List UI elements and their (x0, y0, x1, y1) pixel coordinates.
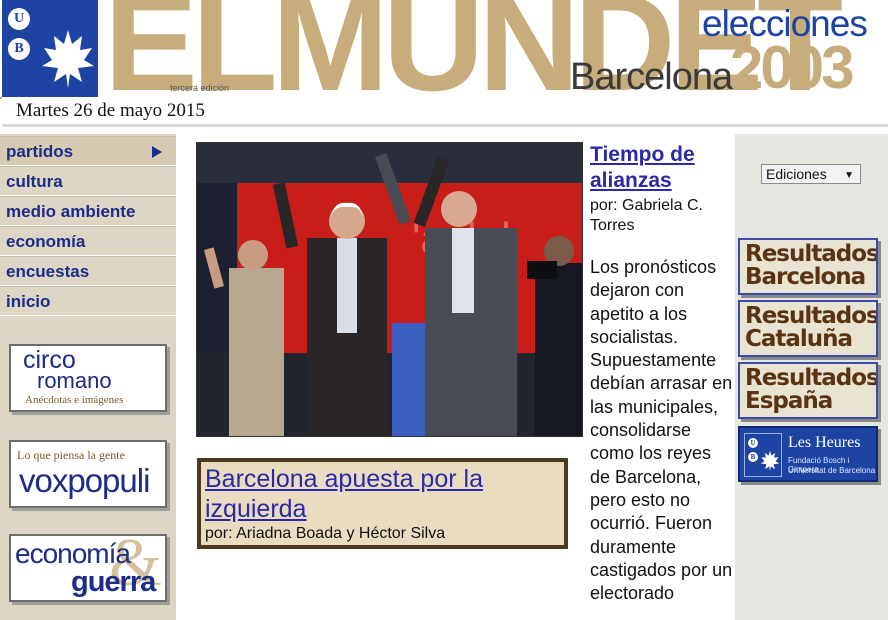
lead-byline: por: Ariadna Boada y Héctor Silva (205, 525, 446, 542)
promo-voxpopuli[interactable]: Lo que piensa la gente voxpopuli (9, 440, 167, 508)
nav-label: cultura (6, 172, 63, 191)
article-title-link[interactable]: Tiempo de alianzas (590, 142, 735, 194)
masthead-city: Barcelona (570, 56, 733, 97)
nav-item-encuestas[interactable]: encuestas (0, 256, 176, 286)
results-cataluna-button[interactable]: Resultados Cataluña (738, 300, 878, 357)
nav-label: medio ambiente (6, 202, 136, 221)
nav-label: inicio (6, 292, 51, 311)
ub-leaf-logo-icon (42, 30, 94, 88)
logo-letter-u: U (8, 8, 30, 30)
lead-story-box: Barcelona apuesta por la izquierda por: … (197, 458, 568, 549)
masthead: U B ELMUNDET tercera edición Barcelona e… (0, 0, 888, 97)
results-line1: Resultados (745, 365, 878, 391)
nav-item-medio-ambiente[interactable]: medio ambiente (0, 196, 176, 226)
nav-item-cultura[interactable]: cultura (0, 166, 176, 196)
promo-vox-line1: Lo que piensa la gente (17, 448, 125, 462)
lead-headline-link[interactable]: Barcelona apuesta por la izquierda (205, 464, 560, 524)
mini-logo-u: U (748, 438, 758, 448)
promo-circo-romano[interactable]: circo romano Anécdotas e imágenes (9, 344, 167, 412)
promo-circo-line2: romano (37, 368, 112, 393)
politicians-celebrating-image: 'aclul (197, 143, 582, 436)
results-line1: Resultados (745, 241, 878, 267)
promo-circo-line3: Anécdotas e imágenes (25, 394, 124, 406)
masthead-year: 2003 (730, 34, 854, 98)
nav-label: economía (6, 232, 86, 251)
nav-item-partidos[interactable]: partidos (0, 136, 176, 166)
dropdown-caret-icon: ▼ (844, 170, 854, 181)
promo-eco-line2: guerra (71, 566, 156, 598)
article-body: Los pronósticos dejaron con apetito a lo… (590, 257, 733, 604)
current-date: Martes 26 de mayo 2015 (16, 100, 205, 121)
promo-vox-line2: voxpopuli (19, 462, 150, 499)
editions-select[interactable]: Ediciones ▼ (761, 164, 861, 184)
dateline: Martes 26 de mayo 2015 (2, 97, 888, 127)
results-line1: Resultados (745, 303, 878, 329)
mini-logo-b: B (748, 452, 758, 462)
promo-eco-line1: economía (15, 538, 131, 569)
ub-mini-logo-icon: U B (744, 433, 782, 477)
results-espana-button[interactable]: Resultados España (738, 362, 878, 419)
lead-photo[interactable]: 'aclul (196, 142, 583, 437)
logo-letter-b: B (8, 38, 30, 60)
results-line2: Cataluña (745, 326, 853, 352)
editions-select-value: Ediciones (766, 166, 827, 182)
les-heures-banner[interactable]: U B Les Heures Fundació Bosch i Gimpera … (738, 426, 878, 482)
les-heures-sub2: Universitat de Barcelona (788, 466, 876, 475)
ub-leaf-logo-icon (760, 450, 780, 472)
edition-note: tercera edición (170, 83, 230, 93)
results-line2: España (745, 388, 833, 414)
left-sidebar: partidos cultura medio ambiente economía… (0, 134, 176, 620)
nav-label: partidos (6, 142, 74, 161)
results-line2: Barcelona (745, 264, 866, 290)
article-column: Tiempo de alianzas por: Gabriela C. Torr… (590, 142, 735, 620)
ub-logo[interactable]: U B (2, 0, 98, 97)
nav-item-inicio[interactable]: inicio (0, 286, 176, 316)
nav-item-economia[interactable]: economía (0, 226, 176, 256)
article-byline: por: Gabriela C. Torres (590, 197, 703, 234)
promo-economia-guerra[interactable]: & economía guerra (9, 534, 167, 602)
les-heures-name: Les Heures (788, 434, 861, 451)
nav-label: encuestas (6, 262, 90, 281)
results-barcelona-button[interactable]: Resultados Barcelona (738, 238, 878, 295)
chevron-right-icon (152, 146, 162, 158)
right-sidebar: Ediciones ▼ Resultados Barcelona Resulta… (735, 134, 888, 620)
